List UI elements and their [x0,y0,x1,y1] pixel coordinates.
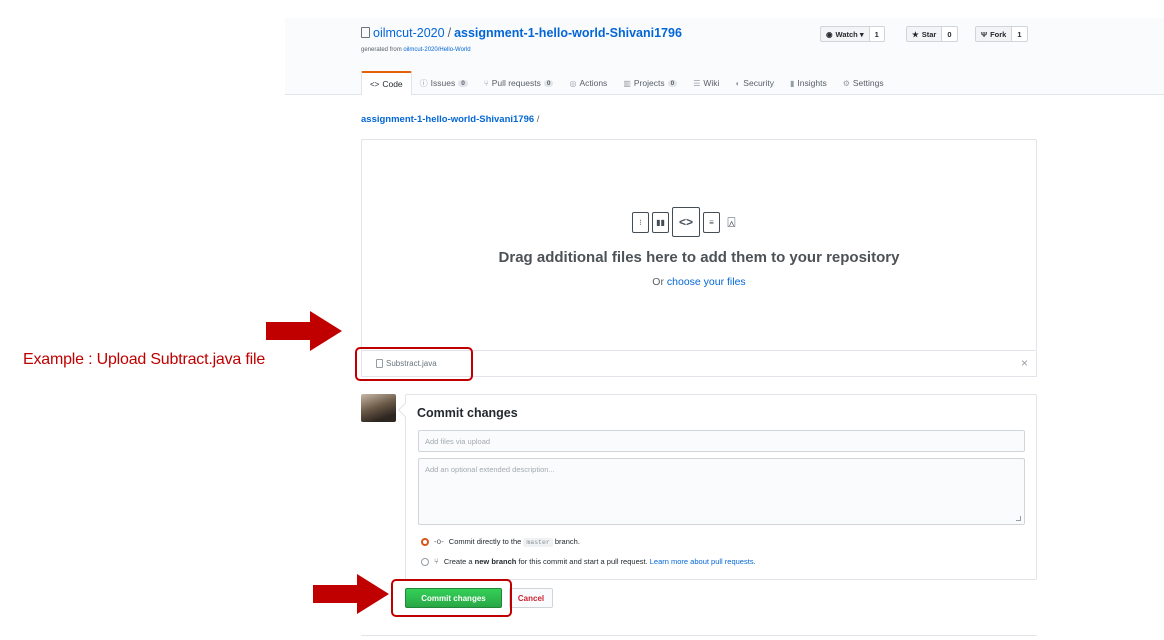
annotation-text: Example : Upload Subtract.java file [23,351,266,368]
tab-issues-label: Issues [430,78,456,88]
annotation-arrow-right-icon [313,574,389,614]
repo-title-separator: / [447,26,452,40]
new-branch-bold: new branch [474,557,517,566]
new-branch-radio[interactable] [421,557,429,566]
watch-label: Watch ▾ [835,29,864,39]
star-icon: ★ [912,29,919,39]
divider [361,635,1037,636]
projects-count-badge: 0 [667,79,678,87]
commit-form: Commit changes Add files via upload Add … [405,394,1037,580]
star-action: ★ Star 0 [906,26,958,42]
pull-requests-count-badge: 0 [543,79,554,87]
tab-settings[interactable]: ⚙ Settings [835,71,892,95]
tab-projects[interactable]: ▥ Projects 0 [615,71,685,95]
cancel-button[interactable]: Cancel [509,588,553,608]
issue-icon: ⓘ [419,78,428,88]
commit-form-title: Commit changes [417,406,518,420]
star-label: Star [921,29,937,39]
commit-description-textarea[interactable]: Add an optional extended description... [418,458,1025,525]
book-icon: ☰ [693,78,701,88]
star-count[interactable]: 0 [942,26,958,42]
watch-button[interactable]: ◉ Watch ▾ [820,26,870,42]
choose-files-link[interactable]: choose your files [667,276,746,288]
fork-count[interactable]: 1 [1012,26,1028,42]
commit-direct-suffix: branch. [552,537,580,546]
watch-count[interactable]: 1 [869,26,885,42]
gear-icon: ⚙ [842,78,850,88]
fork-action: Ψ Fork 1 [975,26,1028,42]
fork-icon: Ψ [981,29,988,39]
chart-file-icon: ▮▮ [652,211,669,233]
tab-code-label: Code [382,79,403,89]
file-drop-zone[interactable]: ⁝ ▮▮ <> ≡ ⍓ Drag additional files here t… [361,139,1037,351]
tab-security-label: Security [743,78,775,88]
pull-request-icon: ⑂ [434,557,439,566]
commit-direct-option[interactable]: -o- Commit directly to the master branch… [421,537,580,547]
code-icon: <> [370,79,380,89]
repo-title: oilmcut-2020/assignment-1-hello-world-Sh… [361,26,682,40]
avatar [361,394,396,422]
pdf-file-icon: ⍓ [727,213,736,230]
watch-action: ◉ Watch ▾ 1 [820,26,885,42]
template-repo-link[interactable]: oilmcut-2020/Hello-World [403,47,470,53]
pull-request-icon: ⑂ [483,78,489,88]
zip-file-icon: ⁝ [632,211,649,233]
commit-direct-text: Commit directly to the master branch. [448,537,580,547]
code-file-icon: <> [672,207,700,237]
star-button[interactable]: ★ Star [906,26,943,42]
tab-projects-label: Projects [633,78,665,88]
file-type-icons: ⁝ ▮▮ <> ≡ ⍓ [632,207,740,237]
commit-direct-prefix: Commit directly to the [448,537,524,546]
tab-security[interactable]: ◐ Security [727,71,782,95]
or-text: Or [652,276,667,288]
tab-wiki[interactable]: ☰ Wiki [685,71,727,95]
tab-settings-label: Settings [852,78,884,88]
new-branch-suffix: for this commit and start a pull request… [516,557,650,566]
tab-pull-requests[interactable]: ⑂ Pull requests 0 [476,71,562,95]
tab-insights[interactable]: ▮ Insights [782,71,835,95]
new-branch-option[interactable]: ⑂ Create a new branch for this commit an… [421,557,756,566]
commit-summary-input[interactable]: Add files via upload [418,430,1025,452]
drop-zone-title: Drag additional files here to add them t… [498,249,900,266]
commit-description-placeholder: Add an optional extended description... [425,465,555,474]
issues-count-badge: 0 [458,79,468,87]
generated-from-text: generated from [361,47,404,53]
learn-more-pull-requests-link[interactable]: Learn more about pull requests. [650,557,756,566]
shield-icon: ◐ [735,78,741,88]
resize-handle-icon[interactable] [1016,516,1021,521]
git-commit-icon: -o- [434,537,444,546]
breadcrumb: assignment-1-hello-world-Shivani1796 / [361,114,539,125]
repo-header: oilmcut-2020/assignment-1-hello-world-Sh… [285,18,1164,95]
generated-from: generated from oilmcut-2020/Hello-World [361,47,471,53]
drop-zone-subtitle: Or choose your files [362,276,1036,288]
fork-button[interactable]: Ψ Fork [975,26,1013,42]
eye-icon: ◉ [826,29,833,39]
graph-icon: ▮ [790,78,795,88]
new-branch-prefix: Create a [443,557,475,566]
repo-nav-tabs: <> Code ⓘ Issues 0 ⑂ Pull requests 0 ◎ Actions… [361,71,892,95]
tab-actions-label: Actions [579,78,608,88]
repo-owner-link[interactable]: oilmcut-2020 [373,26,445,40]
annotation-arrow-right-icon [266,311,342,351]
new-branch-text: Create a new branch for this commit and … [444,557,756,566]
annotation-highlight-file [355,347,473,381]
project-icon: ▥ [623,78,631,88]
tab-code[interactable]: <> Code [361,71,412,95]
branch-name: master [523,538,553,547]
tab-insights-label: Insights [797,78,827,88]
breadcrumb-repo-link[interactable]: assignment-1-hello-world-Shivani1796 [361,114,534,125]
play-icon: ◎ [569,78,577,88]
repo-name-link[interactable]: assignment-1-hello-world-Shivani1796 [454,26,682,40]
remove-file-close-icon[interactable]: × [1021,356,1028,370]
commit-direct-radio[interactable] [421,537,429,546]
text-file-icon: ≡ [703,211,720,233]
tab-actions[interactable]: ◎ Actions [561,71,615,95]
tab-wiki-label: Wiki [703,78,720,88]
breadcrumb-slash: / [534,114,540,125]
tab-pull-requests-label: Pull requests [491,78,541,88]
fork-label: Fork [990,29,1007,39]
annotation-highlight-commit [391,579,512,617]
repo-book-icon [361,27,370,38]
tab-issues[interactable]: ⓘ Issues 0 [412,71,476,95]
